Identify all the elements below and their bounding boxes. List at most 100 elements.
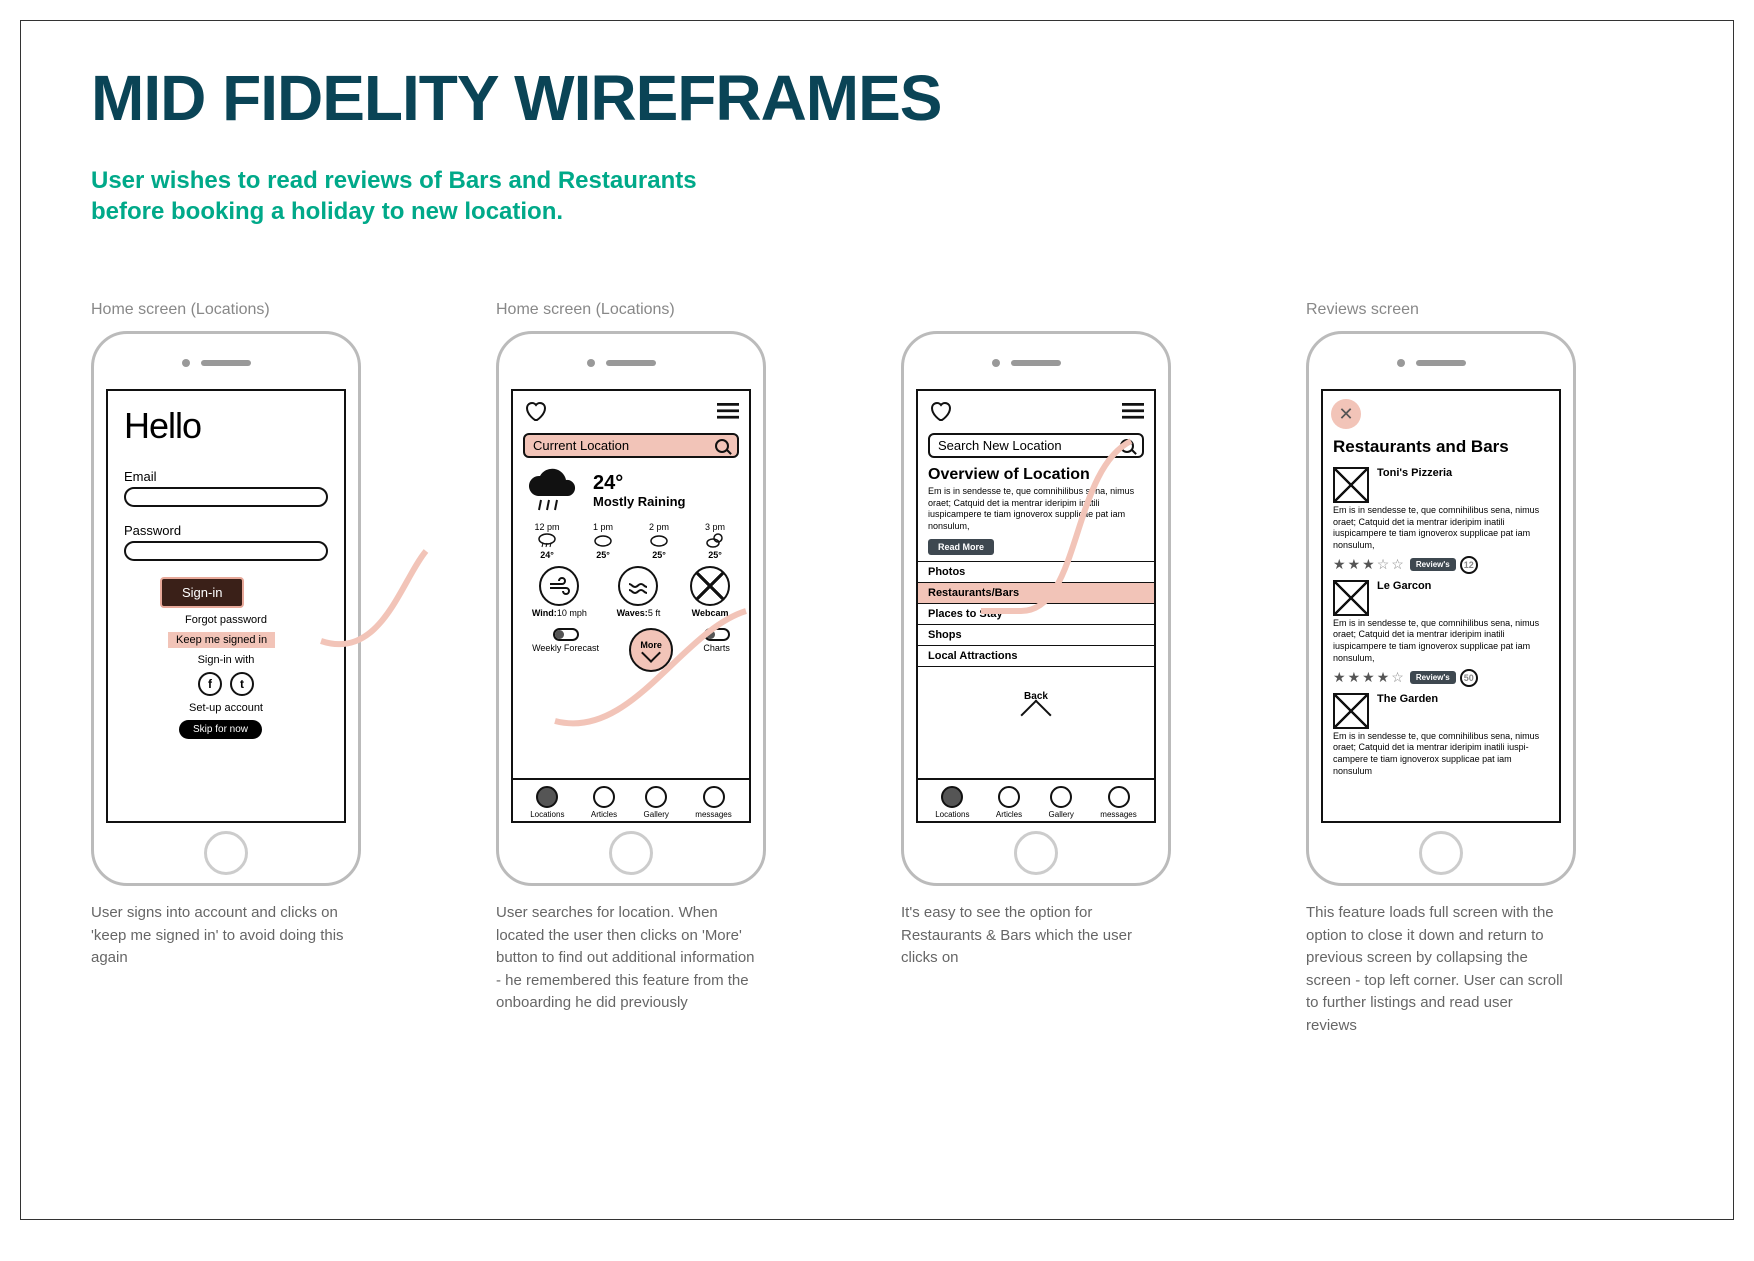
screen-label: Home screen (Locations) — [91, 301, 448, 319]
search-input[interactable]: Current Location — [523, 433, 739, 458]
thumbnail-placeholder — [1333, 467, 1369, 503]
tab-articles[interactable]: Articles — [996, 786, 1022, 819]
tab-gallery[interactable]: Gallery — [1049, 786, 1074, 819]
condition: Mostly Raining — [593, 495, 685, 509]
speaker-slot — [201, 360, 251, 366]
review-text: Em is in sendesse te, que comnihilibus s… — [1333, 731, 1549, 778]
waves-info: Waves:5 ft — [617, 566, 661, 618]
tab-bar: Locations Articles Gallery messages — [513, 778, 749, 821]
close-icon[interactable]: ✕ — [1331, 399, 1361, 429]
screen-label: Reviews screen — [1306, 301, 1663, 319]
heart-icon[interactable] — [523, 399, 547, 423]
password-field[interactable] — [124, 541, 328, 561]
camera-dot — [992, 359, 1000, 367]
home-button[interactable] — [204, 831, 248, 875]
cloud-icon — [649, 532, 669, 548]
speaker-slot — [1011, 360, 1061, 366]
caption: This feature loads full screen with the … — [1306, 902, 1566, 1037]
phone-frame: Search New Location Overview of Location… — [901, 331, 1171, 886]
review-text: Em is in sendesse te, que comnihilibus s… — [1333, 618, 1549, 665]
home-button[interactable] — [1014, 831, 1058, 875]
search-text: Current Location — [533, 438, 629, 453]
wind-icon — [539, 566, 579, 606]
camera-dot — [182, 359, 190, 367]
menu-icon[interactable] — [1122, 403, 1144, 420]
temperature: 24° — [593, 472, 685, 495]
reviews-badge: Review's — [1410, 671, 1456, 684]
overview-text: Em is in sendesse te, que comnihilibus s… — [918, 486, 1154, 533]
partly-sunny-icon — [705, 532, 725, 548]
tab-messages[interactable]: messages — [695, 786, 731, 819]
wind-info: Wind:10 mph — [532, 566, 587, 618]
speaker-slot — [1416, 360, 1466, 366]
reviews-title: Restaurants and Bars — [1323, 437, 1559, 463]
star-rating: ★★★☆☆Review's12 — [1333, 556, 1549, 574]
home-button[interactable] — [609, 831, 653, 875]
tab-articles[interactable]: Articles — [591, 786, 617, 819]
more-button[interactable]: More — [629, 628, 673, 672]
tab-locations[interactable]: Locations — [935, 786, 969, 819]
review-name: Toni's Pizzeria — [1377, 467, 1452, 479]
signin-with-label: Sign-in with — [124, 654, 328, 666]
tab-messages[interactable]: messages — [1100, 786, 1136, 819]
webcam-icon — [690, 566, 730, 606]
search-icon — [1120, 439, 1134, 453]
skip-button[interactable]: Skip for now — [179, 720, 262, 739]
menu-icon[interactable] — [717, 403, 739, 420]
phone-frame: Hello Email Password Sign-in Forgot pass… — [91, 331, 361, 886]
screen-label — [901, 301, 1258, 319]
caption: User signs into account and clicks on 'k… — [91, 902, 351, 970]
review-text: Em is in sendesse te, que comnihilibus s… — [1333, 505, 1549, 552]
thumbnail-placeholder — [1333, 693, 1369, 729]
search-text: Search New Location — [938, 438, 1062, 453]
review-item[interactable]: Le Garcon Em is in sendesse te, que comn… — [1323, 576, 1559, 689]
heart-icon[interactable] — [928, 399, 952, 423]
screen-signin: Hello Email Password Sign-in Forgot pass… — [106, 389, 346, 823]
review-count: 12 — [1460, 556, 1478, 574]
search-input[interactable]: Search New Location — [928, 433, 1144, 458]
caption: It's easy to see the option for Restaura… — [901, 902, 1161, 970]
thumbnail-placeholder — [1333, 580, 1369, 616]
page-title: MID FIDELITY WIREFRAMES — [21, 21, 1733, 135]
twitter-icon[interactable]: t — [230, 672, 254, 696]
webcam-info[interactable]: Webcam — [690, 566, 730, 618]
review-item[interactable]: Toni's Pizzeria Em is in sendesse te, qu… — [1323, 463, 1559, 576]
keep-signed-in-toggle[interactable]: Keep me signed in — [168, 632, 275, 648]
speaker-slot — [606, 360, 656, 366]
camera-dot — [587, 359, 595, 367]
list-item-local-attractions[interactable]: Local Attractions — [918, 645, 1154, 667]
list-item-photos[interactable]: Photos — [918, 561, 1154, 582]
forgot-password-link[interactable]: Forgot password — [124, 614, 328, 626]
tab-gallery[interactable]: Gallery — [644, 786, 669, 819]
list-item-places-to-stay[interactable]: Places to Stay — [918, 603, 1154, 624]
home-button[interactable] — [1419, 831, 1463, 875]
star-rating: ★★★★☆Review's50 — [1333, 669, 1549, 687]
screen-overview: Search New Location Overview of Location… — [916, 389, 1156, 823]
list-item-restaurants-bars[interactable]: Restaurants/Bars — [918, 582, 1154, 603]
greeting: Hello — [124, 405, 328, 447]
camera-dot — [1397, 359, 1405, 367]
screen-reviews: ✕ Restaurants and Bars Toni's Pizzeria E… — [1321, 389, 1561, 823]
caption: User searches for location. When located… — [496, 902, 756, 1015]
tab-bar: Locations Articles Gallery messages — [918, 778, 1154, 821]
reviews-badge: Review's — [1410, 558, 1456, 571]
back-button[interactable]: Back — [918, 691, 1154, 726]
screen-label: Home screen (Locations) — [496, 301, 853, 319]
read-more-button[interactable]: Read More — [928, 539, 994, 555]
review-name: The Garden — [1377, 693, 1438, 705]
weekly-forecast-toggle[interactable]: Weekly Forecast — [532, 628, 599, 653]
setup-account-link[interactable]: Set-up account — [124, 702, 328, 714]
email-label: Email — [124, 469, 328, 484]
screen-weather: Current Location 24°Mostly Raining 12 pm… — [511, 389, 751, 823]
tab-locations[interactable]: Locations — [530, 786, 564, 819]
review-item[interactable]: The Garden Em is in sendesse te, que com… — [1323, 689, 1559, 780]
charts-toggle[interactable]: Charts — [703, 628, 730, 653]
overview-title: Overview of Location — [918, 460, 1154, 486]
cloud-icon — [593, 532, 613, 548]
facebook-icon[interactable]: f — [198, 672, 222, 696]
list-item-shops[interactable]: Shops — [918, 624, 1154, 645]
signin-button[interactable]: Sign-in — [160, 577, 244, 608]
hourly-forecast: 12 pm24° 1 pm25° 2 pm25° 3 pm25° — [513, 522, 749, 560]
review-name: Le Garcon — [1377, 580, 1431, 592]
email-field[interactable] — [124, 487, 328, 507]
